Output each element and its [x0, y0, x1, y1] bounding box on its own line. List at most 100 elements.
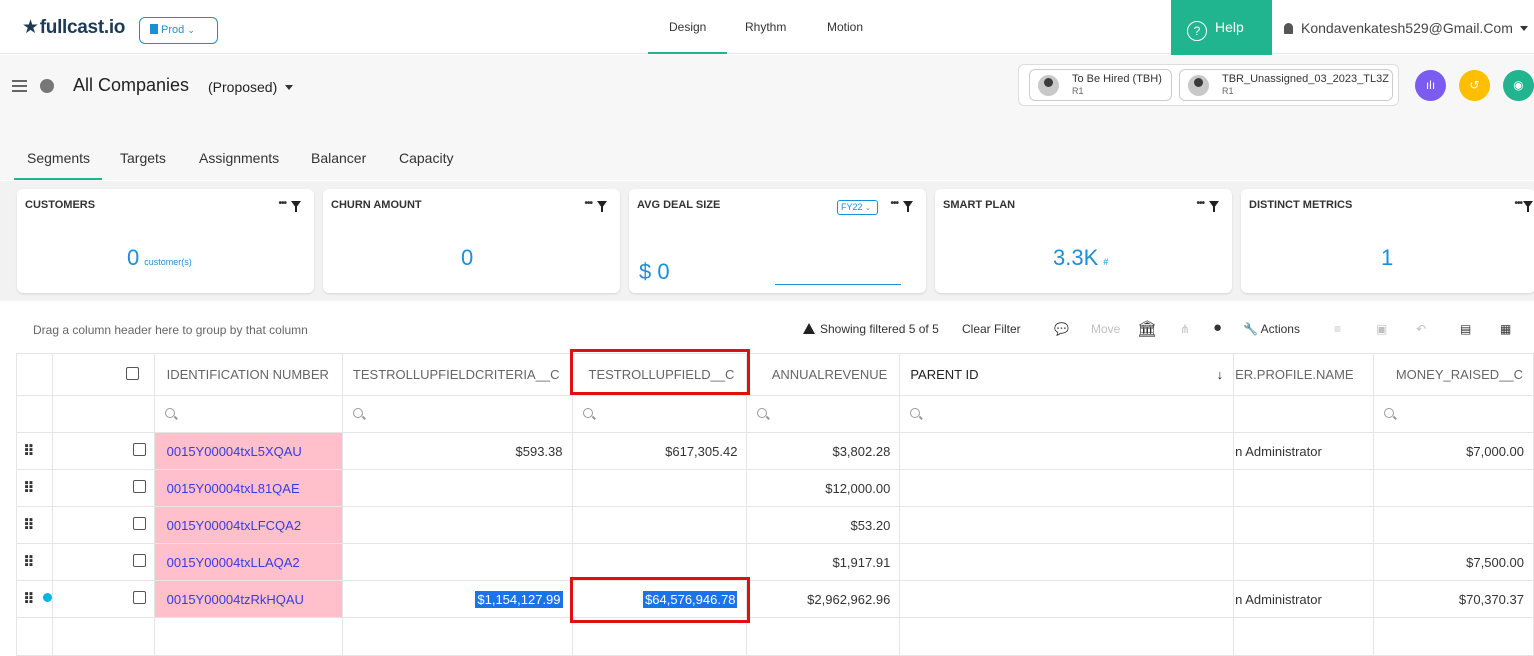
- cell-id[interactable]: 0015Y00004txL5XQAU: [153, 432, 343, 470]
- cell-parent[interactable]: [899, 580, 1235, 618]
- actions-button[interactable]: 🔧 Actions: [1243, 322, 1300, 336]
- cell-id[interactable]: 0015Y00004txLFCQA2: [153, 506, 343, 544]
- cell-parent[interactable]: [899, 469, 1235, 507]
- row-checkbox[interactable]: [132, 517, 146, 530]
- cell-money[interactable]: $70,370.37: [1373, 580, 1534, 618]
- drag-handle-icon[interactable]: ⠿: [16, 506, 53, 544]
- tab-balancer[interactable]: Balancer: [311, 150, 366, 166]
- cell-revenue[interactable]: $2,962,962.96: [746, 580, 901, 618]
- col-owner-profile-name[interactable]: ER.PROFILE.NAME: [1233, 353, 1375, 396]
- comment-icon[interactable]: 💬: [1054, 322, 1069, 336]
- cell-revenue[interactable]: $1,917.91: [746, 543, 901, 581]
- filter-icon[interactable]: [1209, 201, 1219, 212]
- filter-identification-number[interactable]: [153, 395, 343, 433]
- row-checkbox[interactable]: [132, 480, 146, 493]
- tab-segments[interactable]: Segments: [27, 150, 90, 166]
- cell-money[interactable]: [1373, 469, 1534, 507]
- tab-targets[interactable]: Targets: [120, 150, 166, 166]
- hamburger-menu-icon[interactable]: [12, 80, 27, 92]
- filter-revenue[interactable]: [746, 395, 901, 433]
- move-button[interactable]: Move: [1091, 322, 1120, 336]
- cell-parent[interactable]: [899, 432, 1235, 470]
- filter-money[interactable]: [1373, 395, 1534, 433]
- row-checkbox[interactable]: [132, 554, 146, 567]
- cell-rollup[interactable]: $617,305.42: [571, 432, 748, 470]
- clear-filter-button[interactable]: Clear Filter: [962, 322, 1021, 336]
- drag-handle-icon[interactable]: ⠿: [16, 543, 53, 581]
- cell-criteria[interactable]: [341, 543, 573, 581]
- row-checkbox[interactable]: [132, 591, 146, 604]
- export-icon[interactable]: ▤: [1460, 322, 1471, 336]
- drag-handle-icon[interactable]: ⠿: [16, 432, 53, 470]
- cell-parent[interactable]: [899, 543, 1235, 581]
- table-row[interactable]: ⠿ 0015Y00004tzRkHQAU $1,154,127.99 $64,5…: [16, 580, 1534, 618]
- person-chip-tbh[interactable]: To Be Hired (TBH) R1: [1029, 69, 1172, 101]
- tab-assignments[interactable]: Assignments: [199, 150, 279, 166]
- save-icon[interactable]: ▣: [1376, 322, 1387, 336]
- more-icon[interactable]: •••: [1196, 198, 1204, 209]
- nav-rhythm[interactable]: Rhythm: [745, 20, 786, 34]
- cell-revenue[interactable]: $53.20: [746, 506, 901, 544]
- nav-motion[interactable]: Motion: [827, 20, 863, 34]
- col-money-raised[interactable]: MONEY_RAISED__C: [1373, 353, 1534, 396]
- table-row[interactable]: ⠿ 0015Y00004txLFCQA2 $53.20: [16, 506, 1534, 544]
- undo-icon[interactable]: ↶: [1416, 322, 1426, 336]
- cell-criteria[interactable]: $1,154,127.99: [341, 580, 573, 618]
- environment-dropdown[interactable]: Prod ⌄: [139, 17, 218, 44]
- hierarchy-icon[interactable]: ⋔: [1180, 322, 1190, 336]
- help-button[interactable]: ? Help: [1171, 0, 1272, 55]
- cell-parent[interactable]: [899, 506, 1235, 544]
- list-icon[interactable]: ≡: [1334, 322, 1341, 336]
- history-button[interactable]: ↺: [1459, 70, 1490, 101]
- table-row[interactable]: ⠿ 0015Y00004txL5XQAU $593.38 $617,305.42…: [16, 432, 1534, 470]
- cell-rollup[interactable]: [571, 506, 748, 544]
- analytics-button[interactable]: ılı: [1415, 70, 1446, 101]
- person-chip-tbr[interactable]: TBR_Unassigned_03_2023_TL3Z R1: [1179, 69, 1393, 101]
- fullcast-logo[interactable]: ★fullcast.io: [22, 16, 125, 39]
- view-dropdown[interactable]: (Proposed): [208, 79, 294, 95]
- columns-icon[interactable]: ▦: [1500, 322, 1511, 336]
- cell-rollup[interactable]: [571, 543, 748, 581]
- col-identification-number[interactable]: IDENTIFICATION NUMBER: [153, 353, 343, 396]
- cell-rollup[interactable]: [571, 469, 748, 507]
- period-select[interactable]: FY22 ⌄: [837, 200, 878, 215]
- filter-parent-id[interactable]: [899, 395, 1235, 433]
- col-annualrevenue[interactable]: ANNUALREVENUE: [746, 353, 901, 396]
- more-icon[interactable]: •••: [278, 198, 286, 209]
- cell-id[interactable]: 0015Y00004tzRkHQAU: [153, 580, 343, 618]
- cell-id[interactable]: 0015Y00004txLLAQA2: [153, 543, 343, 581]
- filter-icon[interactable]: [597, 201, 607, 212]
- nav-design[interactable]: Design: [669, 20, 706, 34]
- cell-criteria[interactable]: $593.38: [341, 432, 573, 470]
- filter-profile[interactable]: [1233, 395, 1375, 433]
- more-icon[interactable]: •••: [1514, 198, 1522, 209]
- drag-handle-icon[interactable]: ⠿: [16, 469, 53, 507]
- cell-money[interactable]: $7,000.00: [1373, 432, 1534, 470]
- cell-criteria[interactable]: [341, 469, 573, 507]
- table-row[interactable]: ⠿ 0015Y00004txLLAQA2 $1,917.91 $7,500.00: [16, 543, 1534, 581]
- cell-criteria[interactable]: [341, 506, 573, 544]
- filter-icon[interactable]: [1523, 201, 1533, 212]
- preview-button[interactable]: ◉: [1503, 70, 1534, 101]
- select-all-checkbox[interactable]: [125, 366, 139, 380]
- filter-criteria[interactable]: [341, 395, 573, 433]
- user-menu[interactable]: Kondavenkatesh529@Gmail.Com: [1284, 20, 1528, 36]
- cell-profile[interactable]: [1233, 506, 1375, 544]
- cell-revenue[interactable]: $12,000.00: [746, 469, 901, 507]
- col-parent-id[interactable]: PARENT ID ↓: [899, 353, 1235, 396]
- bank-icon[interactable]: 🏛: [1137, 319, 1157, 339]
- cell-profile[interactable]: n Administrator: [1233, 580, 1375, 618]
- circle-icon[interactable]: ●: [1213, 319, 1222, 336]
- cell-id[interactable]: 0015Y00004txL81QAE: [153, 469, 343, 507]
- cell-money[interactable]: $7,500.00: [1373, 543, 1534, 581]
- cell-profile[interactable]: n Administrator: [1233, 432, 1375, 470]
- cell-money[interactable]: [1373, 506, 1534, 544]
- tab-capacity[interactable]: Capacity: [399, 150, 453, 166]
- cell-profile[interactable]: [1233, 543, 1375, 581]
- cell-profile[interactable]: [1233, 469, 1375, 507]
- filter-rollup[interactable]: [571, 395, 748, 433]
- cell-revenue[interactable]: $3,802.28: [746, 432, 901, 470]
- more-icon[interactable]: •••: [584, 198, 592, 209]
- filter-icon[interactable]: [291, 201, 301, 212]
- row-checkbox[interactable]: [132, 443, 146, 456]
